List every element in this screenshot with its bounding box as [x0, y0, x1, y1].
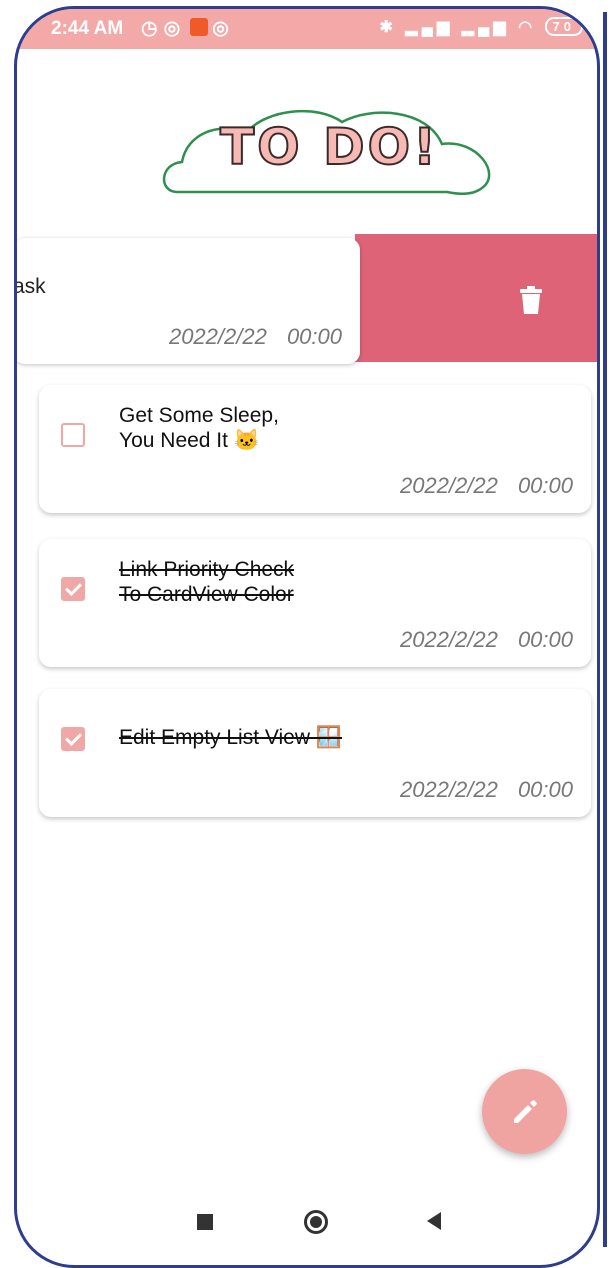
back-button[interactable] — [427, 1212, 441, 1230]
task-checkbox[interactable] — [61, 577, 85, 601]
task-card[interactable]: Get Some Sleep, You Need It 🐱 2022/2/22 … — [39, 385, 591, 513]
app-badge-icon — [190, 18, 209, 36]
signal-icon: ▂▄▆ — [405, 19, 454, 36]
signal-icon-2: ▂▄▆ — [461, 19, 510, 36]
phone-frame: 2:44 AM ◷◎ ◎ ✱ ▂▄▆ ▂▄▆ ◠ 70 TO DO! ask 20… — [14, 6, 600, 1268]
status-notification-icons: ◷◎ ◎ — [141, 17, 235, 40]
task-card[interactable]: Edit Empty List View 🪟 2022/2/22 00:00 — [39, 689, 591, 817]
notification-icon: ◎ — [163, 18, 187, 39]
navigation-bar — [17, 1199, 597, 1249]
status-system-icons: ✱ ▂▄▆ ▂▄▆ ◠ 70 — [379, 17, 583, 37]
task-date: 2022/2/22 00:00 — [399, 473, 573, 498]
trash-icon[interactable] — [518, 286, 544, 314]
task-title: Edit Empty List View 🪟 — [119, 726, 343, 749]
task-date: 2022/2/22 00:00 — [399, 777, 573, 802]
pencil-icon — [514, 1100, 537, 1123]
task-date: 2022/2/22 00:00 — [168, 324, 342, 349]
device-frame-edge — [603, 12, 607, 1247]
task-date: 2022/2/22 00:00 — [399, 627, 573, 652]
swipe-delete-area[interactable] — [355, 234, 597, 362]
status-time: 2:44 AM — [51, 18, 124, 39]
task-checkbox[interactable] — [61, 727, 85, 751]
alarm-icon: ◷ — [141, 18, 164, 39]
add-task-button[interactable] — [482, 1069, 567, 1154]
bluetooth-icon: ✱ — [379, 19, 397, 36]
battery-icon: 70 — [544, 17, 583, 36]
task-card[interactable]: Link Priority Check To CardView Color 20… — [39, 539, 591, 667]
status-bar: 2:44 AM ◷◎ ◎ ✱ ▂▄▆ ▂▄▆ ◠ 70 — [17, 9, 597, 49]
task-title: Get Some Sleep, You Need It 🐱 — [119, 404, 279, 452]
swiped-task-card[interactable]: ask 2022/2/22 00:00 — [14, 238, 360, 364]
task-title: ask — [14, 275, 46, 298]
home-button[interactable] — [304, 1210, 328, 1234]
wifi-icon: ◠ — [518, 19, 537, 36]
task-checkbox[interactable] — [61, 423, 85, 447]
logo-text: TO DO! — [219, 117, 439, 177]
recent-apps-button[interactable] — [197, 1214, 213, 1230]
app-logo: TO DO! — [157, 104, 502, 204]
task-title: Link Priority Check To CardView Color — [119, 558, 295, 606]
sync-icon: ◎ — [212, 18, 235, 39]
